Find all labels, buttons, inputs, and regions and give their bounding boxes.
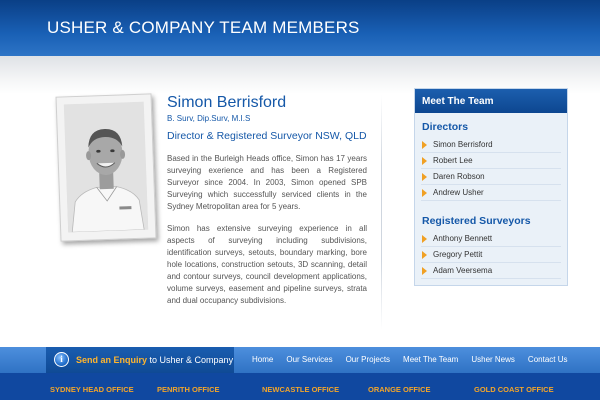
sidebar-item-label: Simon Berrisford	[433, 140, 493, 149]
sidebar-item-label: Gregory Pettit	[433, 250, 483, 259]
arrow-right-icon	[422, 235, 427, 243]
enquiry-rest: to Usher & Company	[149, 355, 234, 365]
sidebar-item-robert-lee[interactable]: Robert Lee	[421, 153, 561, 169]
info-icon: i	[54, 352, 69, 367]
nav-link-usher-news[interactable]: Usher News	[471, 355, 515, 364]
arrow-right-icon	[422, 141, 427, 149]
sidebar-item-andrew-usher[interactable]: Andrew Usher	[421, 185, 561, 201]
bio-paragraph: Based in the Burleigh Heads office, Simo…	[167, 154, 367, 211]
enquiry-highlight: Send an Enquiry	[76, 355, 148, 365]
sidebar-item-daren-robson[interactable]: Daren Robson	[421, 169, 561, 185]
send-enquiry-button[interactable]: i Send an Enquiry to Usher & Company	[46, 347, 234, 373]
office-newcastle[interactable]: NEWCASTLE OFFICE	[262, 385, 339, 394]
sidebar-item-label: Robert Lee	[433, 156, 473, 165]
member-qualifications: B. Surv, Dip.Surv, M.I.S	[167, 114, 251, 123]
sidebar-item-label: Daren Robson	[433, 172, 485, 181]
header-banner: USHER & COMPANY TEAM MEMBERS	[0, 0, 600, 56]
nav-link-contact-us[interactable]: Contact Us	[528, 355, 568, 364]
sidebar-item-label: Anthony Bennett	[433, 234, 493, 243]
surveyors-list: Anthony Bennett Gregory Pettit Adam Veer…	[421, 231, 561, 279]
profile-header: Simon Berrisford B. Surv, Dip.Surv, M.I.…	[167, 94, 367, 142]
nav-link-meet-the-team[interactable]: Meet The Team	[403, 355, 458, 364]
office-sydney-head[interactable]: SYDNEY HEAD OFFICE	[50, 385, 134, 394]
bio-paragraph: Simon has extensive surveying experience…	[167, 224, 367, 305]
footer-nav-links: Home Our Services Our Projects Meet The …	[252, 355, 581, 364]
arrow-right-icon	[422, 173, 427, 181]
arrow-right-icon	[422, 251, 427, 259]
member-role: Director & Registered Surveyor NSW, QLD	[167, 130, 367, 142]
directors-list: Simon Berrisford Robert Lee Daren Robson…	[421, 137, 561, 201]
sidebar-item-gregory-pettit[interactable]: Gregory Pettit	[421, 247, 561, 263]
team-sidebar: Meet The Team Directors Simon Berrisford…	[414, 88, 568, 286]
sidebar-heading-registered-surveyors: Registered Surveyors	[422, 215, 531, 227]
sidebar-heading-directors: Directors	[422, 121, 469, 133]
arrow-right-icon	[422, 157, 427, 165]
member-name: Simon Berrisford	[167, 94, 287, 111]
nav-link-home[interactable]: Home	[252, 355, 273, 364]
nav-link-our-services[interactable]: Our Services	[286, 355, 332, 364]
sidebar-item-label: Adam Veersema	[433, 266, 493, 275]
sidebar-item-simon-berrisford[interactable]: Simon Berrisford	[421, 137, 561, 153]
office-bar: SYDNEY HEAD OFFICE PENRITH OFFICE NEWCAS…	[0, 373, 600, 400]
profile-photo	[55, 93, 157, 242]
arrow-right-icon	[422, 267, 427, 275]
content-divider	[381, 95, 382, 330]
office-orange[interactable]: ORANGE OFFICE	[368, 385, 431, 394]
page-title: USHER & COMPANY TEAM MEMBERS	[47, 18, 360, 37]
office-penrith[interactable]: PENRITH OFFICE	[157, 385, 220, 394]
enquiry-label: Send an Enquiry to Usher & Company	[76, 355, 233, 365]
sidebar-item-anthony-bennett[interactable]: Anthony Bennett	[421, 231, 561, 247]
office-gold-coast[interactable]: GOLD COAST OFFICE	[474, 385, 554, 394]
sidebar-item-label: Andrew Usher	[433, 188, 484, 197]
arrow-right-icon	[422, 189, 427, 197]
nav-link-our-projects[interactable]: Our Projects	[346, 355, 390, 364]
sidebar-item-adam-veersema[interactable]: Adam Veersema	[421, 263, 561, 279]
footer-navbar: i Send an Enquiry to Usher & Company Hom…	[0, 347, 600, 373]
sidebar-title: Meet The Team	[415, 89, 567, 113]
portrait-image	[63, 101, 149, 233]
